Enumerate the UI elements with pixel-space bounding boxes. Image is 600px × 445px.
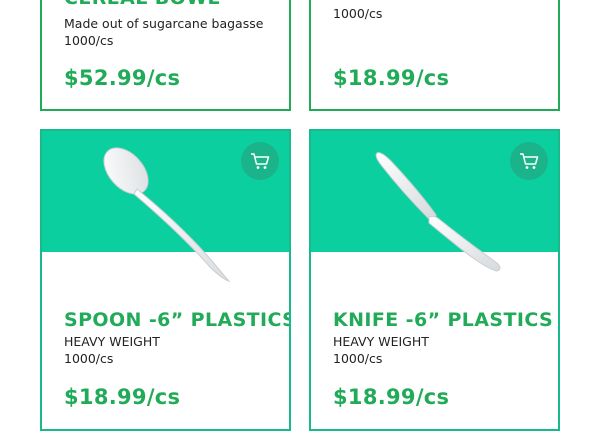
- product-price: $18.99/cs: [64, 385, 181, 409]
- product-pack-size: 1000/cs: [64, 351, 114, 366]
- product-title: KNIFE -6” PLASTICS: [333, 309, 554, 331]
- product-title: CEREAL BOWL: [64, 0, 220, 9]
- shopping-cart-icon: [520, 153, 539, 169]
- product-weight: HEAVY WEIGHT: [333, 334, 429, 349]
- product-title: SPOON -6” PLASTICS: [64, 309, 291, 331]
- product-card-knife[interactable]: KNIFE -6” PLASTICS HEAVY WEIGHT 1000/cs …: [309, 129, 560, 431]
- product-description: Made out of sugarcane bagasse: [64, 16, 264, 31]
- add-to-cart-button[interactable]: [510, 142, 548, 180]
- product-card-cereal-bowl[interactable]: CEREAL BOWL Made out of sugarcane bagass…: [40, 0, 291, 111]
- product-pack-size: 1000/cs: [333, 351, 383, 366]
- product-price: $18.99/cs: [333, 66, 450, 90]
- product-pack-size: 1000/cs: [333, 6, 383, 21]
- product-price: $18.99/cs: [333, 385, 450, 409]
- product-pack-size: 1000/cs: [64, 33, 114, 48]
- product-price: $52.99/cs: [64, 66, 181, 90]
- product-weight: HEAVY WEIGHT: [64, 334, 160, 349]
- product-card-spoon[interactable]: SPOON -6” PLASTICS HEAVY WEIGHT 1000/cs …: [40, 129, 291, 431]
- add-to-cart-button[interactable]: [241, 142, 279, 180]
- shopping-cart-icon: [251, 153, 270, 169]
- product-card[interactable]: 1000/cs $18.99/cs: [309, 0, 560, 111]
